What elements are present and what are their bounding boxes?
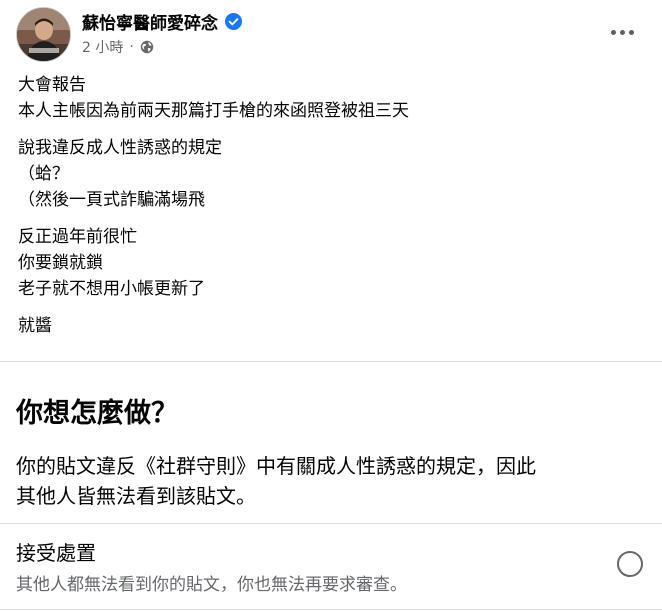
post-body: 大會報告 本人主帳因為前兩天那篇打手槍的來函照登被祖三天 說我違反成人性誘惑的規…	[18, 72, 638, 350]
post-header: 蘇怡寧醫師愛碎念 2 小時 ·	[0, 0, 662, 66]
dialog-description-line: 你的貼文違反《社群守則》中有關成人性誘惑的規定，因此	[16, 454, 536, 478]
meta-separator: ·	[129, 39, 134, 55]
accept-action-option[interactable]: 接受處置 其他人都無法看到你的貼文，你也無法再要求審查。	[0, 524, 662, 611]
accept-action-radio[interactable]	[617, 551, 643, 577]
post-text-line: 你要鎖就鎖	[18, 253, 103, 273]
globe-icon[interactable]	[140, 40, 154, 54]
post-text-line: （蛤？	[18, 164, 69, 184]
option-divider-bottom	[0, 609, 662, 610]
avatar-image	[17, 8, 70, 61]
post-text-line: 說我違反成人性誘惑的規定	[18, 138, 222, 158]
dialog-description: 你的貼文違反《社群守則》中有關成人性誘惑的規定，因此 其他人皆無法看到該貼文。	[16, 451, 646, 511]
post-paragraph: 大會報告 本人主帳因為前兩天那篇打手槍的來函照登被祖三天	[18, 72, 638, 124]
post-text-line: 反正過年前很忙	[18, 227, 137, 247]
post-meta: 2 小時 ·	[82, 37, 154, 57]
post-paragraph: 說我違反成人性誘惑的規定 （蛤？ （然後一頁式詐騙滿場飛	[18, 135, 638, 213]
dialog-description-line: 其他人皆無法看到該貼文。	[16, 484, 256, 508]
option-description: 其他人都無法看到你的貼文，你也無法再要求審查。	[16, 575, 407, 595]
more-options-icon	[619, 29, 625, 35]
option-title: 接受處置	[16, 541, 96, 565]
verified-badge-icon	[225, 12, 242, 30]
post-text-line: 大會報告	[18, 75, 86, 95]
more-options-icon	[610, 29, 616, 35]
author-name[interactable]: 蘇怡寧醫師愛碎念	[82, 9, 218, 34]
post-text-line: （然後一頁式詐騙滿場飛	[18, 190, 205, 210]
post-text-line: 本人主帳因為前兩天那篇打手槍的來函照登被祖三天	[18, 101, 409, 121]
author-line: 蘇怡寧醫師愛碎念	[82, 9, 242, 34]
author-avatar[interactable]	[16, 7, 71, 62]
more-options-button[interactable]	[602, 14, 642, 50]
post-paragraph: 就醬	[18, 313, 638, 339]
dialog-title: 你想怎麼做？	[16, 398, 178, 429]
post-text-line: 老子就不想用小帳更新了	[18, 279, 205, 299]
post-timestamp[interactable]: 2 小時	[82, 37, 123, 57]
section-divider	[0, 361, 662, 362]
more-options-icon	[628, 29, 634, 35]
post-paragraph: 反正過年前很忙 你要鎖就鎖 老子就不想用小帳更新了	[18, 224, 638, 302]
post-text-line: 就醬	[18, 316, 52, 336]
